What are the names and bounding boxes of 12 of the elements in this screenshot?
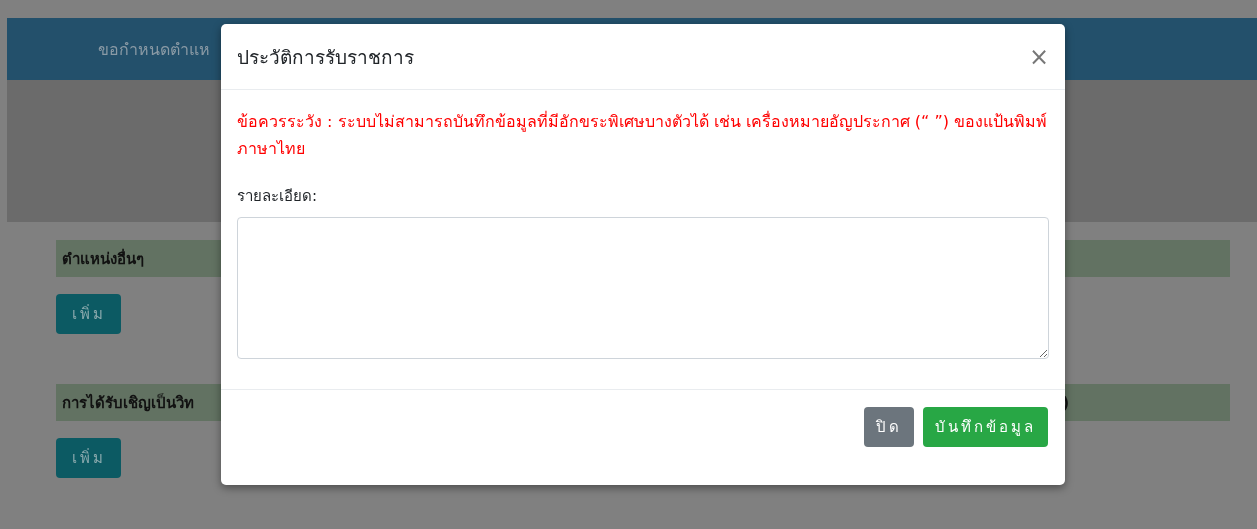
header-title: ขอกำหนดตำแห	[98, 38, 210, 61]
modal-title: ประวัติการรับราชการ	[237, 44, 414, 70]
field-label: รายละเอียด:	[237, 186, 319, 207]
warning-text: ข้อควรระวัง : ระบบไม่สามารถบันทึกข้อมูลที่มีอักขระพิเศษบางตัวได้ เช่น เครื่องหมายอัญประกาศ (“ ”) ของแป้นพิมพ์ภาษาไทย	[237, 110, 1049, 160]
section-title: การได้รับเชิญเป็นวิท	[62, 392, 194, 414]
close-button[interactable]: ×	[1028, 42, 1049, 71]
add-button[interactable]: เพิ่ม	[56, 438, 121, 478]
section-title: ตำแหน่งอื่นๆ	[62, 247, 144, 270]
add-button[interactable]: เพิ่ม	[56, 294, 121, 334]
detail-field[interactable]	[237, 217, 1049, 359]
save-button[interactable]: บันทึกข้อมูล	[923, 407, 1048, 447]
close-button[interactable]: ปิด	[864, 407, 914, 447]
